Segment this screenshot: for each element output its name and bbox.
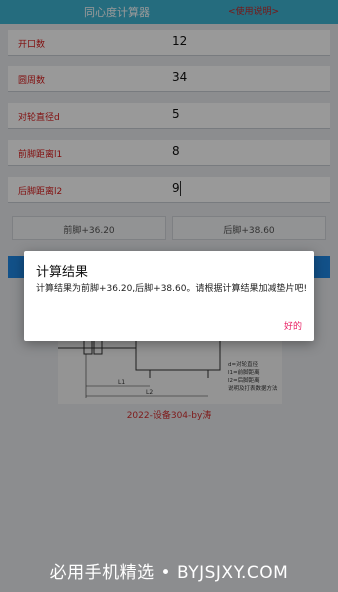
dialog-ok-button[interactable]: 好的: [284, 319, 302, 332]
site-watermark: 必用手机精选 • BYJSJXY.COM: [49, 563, 289, 583]
result-dialog: 计算结果 计算结果为前脚+36.20,后脚+38.60。请根据计算结果加减垫片吧…: [24, 251, 314, 341]
dialog-title: 计算结果: [36, 265, 89, 280]
dialog-message: 计算结果为前脚+36.20,后脚+38.60。请根据计算结果加减垫片吧!: [36, 284, 308, 294]
